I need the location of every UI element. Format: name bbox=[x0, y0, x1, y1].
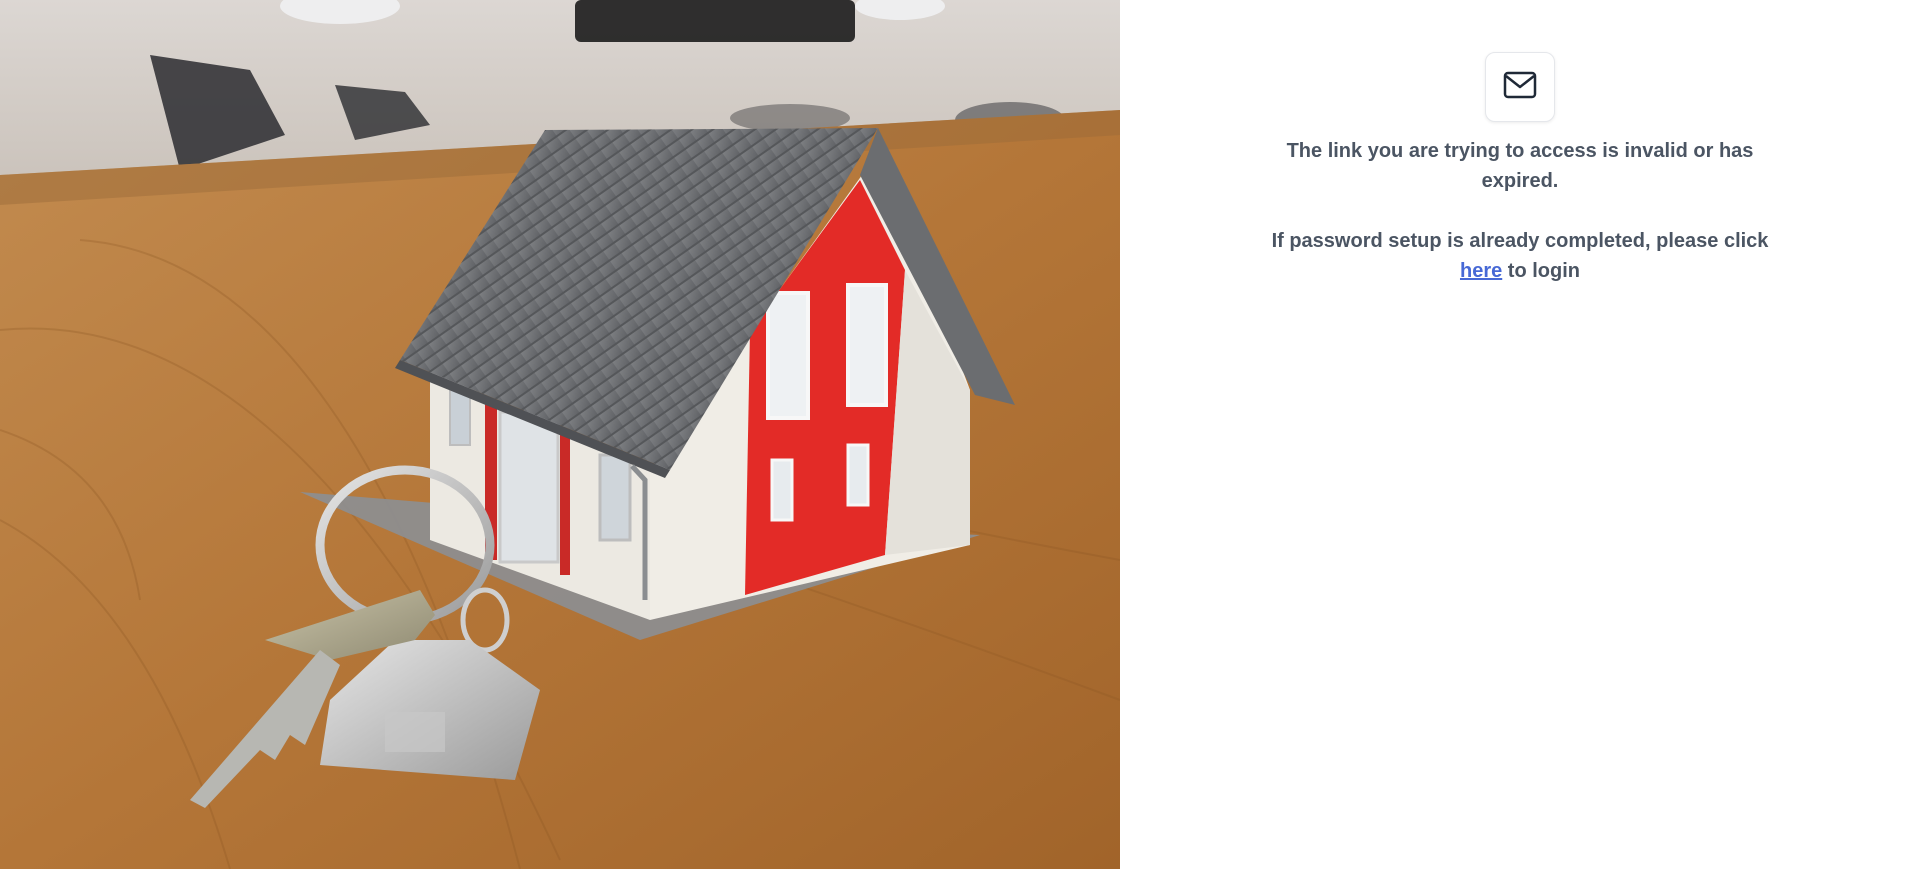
mail-icon bbox=[1503, 70, 1537, 105]
login-hint-prefix: If password setup is already completed, … bbox=[1271, 230, 1769, 252]
invalid-link-message: The link you are trying to access is inv… bbox=[1286, 140, 1754, 192]
login-link[interactable]: here bbox=[1460, 260, 1502, 282]
message-panel: The link you are trying to access is inv… bbox=[1120, 0, 1920, 869]
login-hint-message: If password setup is already completed, … bbox=[1270, 226, 1770, 286]
mail-icon-box bbox=[1485, 52, 1555, 122]
login-hint-suffix: to login bbox=[1507, 260, 1580, 282]
hero-image bbox=[0, 0, 1120, 869]
message-content: The link you are trying to access is inv… bbox=[1270, 52, 1770, 286]
page: The link you are trying to access is inv… bbox=[0, 0, 1920, 869]
